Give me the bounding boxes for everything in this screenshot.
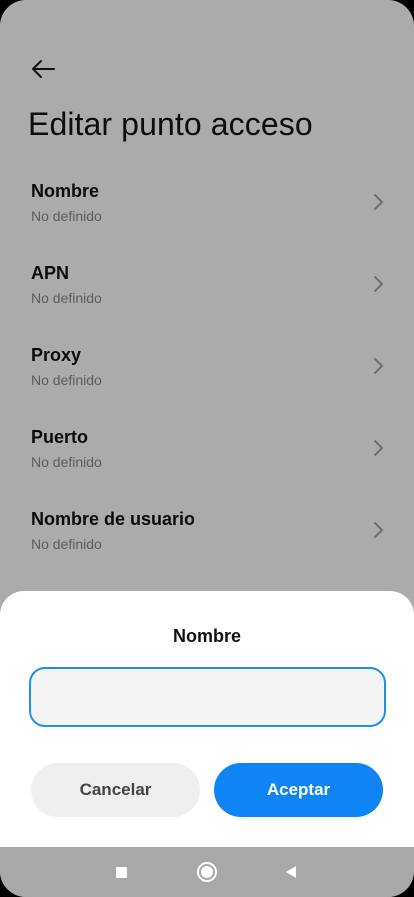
accept-button[interactable]: Aceptar [214, 763, 383, 817]
phone-screen: 10:00 Editar punto acceso Nombre No defi… [0, 0, 414, 897]
dialog-title: Nombre [172, 626, 241, 646]
home-icon[interactable] [197, 862, 217, 882]
navigation-bar [0, 847, 414, 897]
name-dialog: Nombre Cancelar Aceptar [0, 591, 414, 847]
name-input[interactable] [29, 667, 386, 727]
back-triangle-icon[interactable] [284, 865, 298, 879]
recent-apps-icon[interactable] [116, 867, 127, 878]
cancel-button[interactable]: Cancelar [31, 763, 200, 817]
